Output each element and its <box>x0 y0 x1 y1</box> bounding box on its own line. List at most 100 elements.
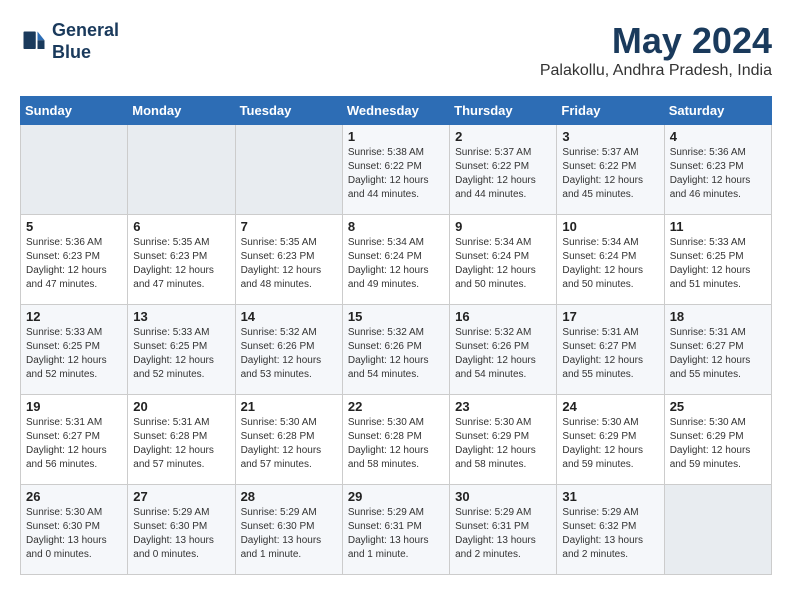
day-info: Sunrise: 5:31 AM Sunset: 6:28 PM Dayligh… <box>133 416 229 472</box>
header-row: SundayMondayTuesdayWednesdayThursdayFrid… <box>21 97 772 125</box>
calendar-cell: 4 Sunrise: 5:36 AM Sunset: 6:23 PM Daylig… <box>664 125 771 215</box>
day-info: Sunrise: 5:31 AM Sunset: 6:27 PM Dayligh… <box>670 326 766 382</box>
calendar-cell: 31Sunrise: 5:29 AM Sunset: 6:32 PM Dayli… <box>557 485 664 575</box>
day-number: 12 <box>26 309 122 324</box>
day-info: Sunrise: 5:32 AM Sunset: 6:26 PM Dayligh… <box>455 326 551 382</box>
day-number: 21 <box>241 399 337 414</box>
calendar-cell: 18 Sunrise: 5:31 AM Sunset: 6:27 PM Dayli… <box>664 305 771 395</box>
day-info: Sunrise: 5:30 AM Sunset: 6:29 PM Dayligh… <box>670 416 766 472</box>
calendar-cell: 12 Sunrise: 5:33 AM Sunset: 6:25 PM Dayli… <box>21 305 128 395</box>
day-number: 9 <box>455 219 551 234</box>
calendar-cell: 14Sunrise: 5:32 AM Sunset: 6:26 PM Dayli… <box>235 305 342 395</box>
title-section: May 2024 Palakollu, Andhra Pradesh, Indi… <box>540 20 772 80</box>
header: General Blue May 2024 Palakollu, Andhra … <box>20 20 772 80</box>
day-info: Sunrise: 5:30 AM Sunset: 6:30 PM Dayligh… <box>26 506 122 562</box>
day-number: 7 <box>241 219 337 234</box>
calendar-cell: 3 Sunrise: 5:37 AM Sunset: 6:22 PM Daylig… <box>557 125 664 215</box>
day-info: Sunrise: 5:29 AM Sunset: 6:32 PM Dayligh… <box>562 506 658 562</box>
calendar-cell <box>664 485 771 575</box>
day-number: 26 <box>26 489 122 504</box>
day-number: 30 <box>455 489 551 504</box>
day-number: 2 <box>455 129 551 144</box>
day-info: Sunrise: 5:31 AM Sunset: 6:27 PM Dayligh… <box>562 326 658 382</box>
day-number: 20 <box>133 399 229 414</box>
calendar-cell: 9 Sunrise: 5:34 AM Sunset: 6:24 PM Daylig… <box>450 215 557 305</box>
day-number: 27 <box>133 489 229 504</box>
header-day-monday: Monday <box>128 97 235 125</box>
day-info: Sunrise: 5:29 AM Sunset: 6:30 PM Dayligh… <box>133 506 229 562</box>
calendar-cell: 8Sunrise: 5:34 AM Sunset: 6:24 PM Daylig… <box>342 215 449 305</box>
day-info: Sunrise: 5:36 AM Sunset: 6:23 PM Dayligh… <box>26 236 122 292</box>
day-number: 11 <box>670 219 766 234</box>
calendar-cell <box>235 125 342 215</box>
day-number: 8 <box>348 219 444 234</box>
day-info: Sunrise: 5:29 AM Sunset: 6:31 PM Dayligh… <box>455 506 551 562</box>
day-number: 18 <box>670 309 766 324</box>
day-info: Sunrise: 5:31 AM Sunset: 6:27 PM Dayligh… <box>26 416 122 472</box>
calendar-cell: 10Sunrise: 5:34 AM Sunset: 6:24 PM Dayli… <box>557 215 664 305</box>
day-number: 24 <box>562 399 658 414</box>
day-number: 17 <box>562 309 658 324</box>
header-day-tuesday: Tuesday <box>235 97 342 125</box>
day-number: 25 <box>670 399 766 414</box>
calendar-cell: 17 Sunrise: 5:31 AM Sunset: 6:27 PM Dayli… <box>557 305 664 395</box>
day-info: Sunrise: 5:38 AM Sunset: 6:22 PM Dayligh… <box>348 146 444 202</box>
day-number: 29 <box>348 489 444 504</box>
day-info: Sunrise: 5:35 AM Sunset: 6:23 PM Dayligh… <box>133 236 229 292</box>
day-info: Sunrise: 5:29 AM Sunset: 6:30 PM Dayligh… <box>241 506 337 562</box>
day-info: Sunrise: 5:34 AM Sunset: 6:24 PM Dayligh… <box>455 236 551 292</box>
calendar-cell: 25 Sunrise: 5:30 AM Sunset: 6:29 PM Dayli… <box>664 395 771 485</box>
calendar-cell: 23Sunrise: 5:30 AM Sunset: 6:29 PM Dayli… <box>450 395 557 485</box>
month-title: May 2024 <box>540 20 772 62</box>
day-number: 5 <box>26 219 122 234</box>
calendar-cell: 19 Sunrise: 5:31 AM Sunset: 6:27 PM Dayli… <box>21 395 128 485</box>
day-number: 4 <box>670 129 766 144</box>
day-number: 28 <box>241 489 337 504</box>
calendar-cell: 29 Sunrise: 5:29 AM Sunset: 6:31 PM Dayli… <box>342 485 449 575</box>
day-info: Sunrise: 5:37 AM Sunset: 6:22 PM Dayligh… <box>562 146 658 202</box>
calendar-cell: 24 Sunrise: 5:30 AM Sunset: 6:29 PM Dayli… <box>557 395 664 485</box>
day-number: 16 <box>455 309 551 324</box>
day-info: Sunrise: 5:29 AM Sunset: 6:31 PM Dayligh… <box>348 506 444 562</box>
calendar-cell: 26 Sunrise: 5:30 AM Sunset: 6:30 PM Dayli… <box>21 485 128 575</box>
calendar-table: SundayMondayTuesdayWednesdayThursdayFrid… <box>20 96 772 575</box>
day-number: 14 <box>241 309 337 324</box>
calendar-cell <box>128 125 235 215</box>
calendar-cell: 15Sunrise: 5:32 AM Sunset: 6:26 PM Dayli… <box>342 305 449 395</box>
day-number: 19 <box>26 399 122 414</box>
logo-icon <box>20 28 48 56</box>
header-day-thursday: Thursday <box>450 97 557 125</box>
calendar-cell: 6 Sunrise: 5:35 AM Sunset: 6:23 PM Daylig… <box>128 215 235 305</box>
day-number: 6 <box>133 219 229 234</box>
calendar-cell: 11Sunrise: 5:33 AM Sunset: 6:25 PM Dayli… <box>664 215 771 305</box>
calendar-cell: 22Sunrise: 5:30 AM Sunset: 6:28 PM Dayli… <box>342 395 449 485</box>
calendar-cell: 2 Sunrise: 5:37 AM Sunset: 6:22 PM Daylig… <box>450 125 557 215</box>
day-info: Sunrise: 5:37 AM Sunset: 6:22 PM Dayligh… <box>455 146 551 202</box>
calendar-cell: 7 Sunrise: 5:35 AM Sunset: 6:23 PM Daylig… <box>235 215 342 305</box>
week-row-5: 26 Sunrise: 5:30 AM Sunset: 6:30 PM Dayli… <box>21 485 772 575</box>
day-info: Sunrise: 5:33 AM Sunset: 6:25 PM Dayligh… <box>133 326 229 382</box>
logo-line1: General <box>52 20 119 42</box>
header-day-sunday: Sunday <box>21 97 128 125</box>
day-info: Sunrise: 5:33 AM Sunset: 6:25 PM Dayligh… <box>26 326 122 382</box>
day-number: 3 <box>562 129 658 144</box>
calendar-cell: 21 Sunrise: 5:30 AM Sunset: 6:28 PM Dayli… <box>235 395 342 485</box>
header-day-wednesday: Wednesday <box>342 97 449 125</box>
header-day-saturday: Saturday <box>664 97 771 125</box>
calendar-cell: 5 Sunrise: 5:36 AM Sunset: 6:23 PM Daylig… <box>21 215 128 305</box>
day-info: Sunrise: 5:32 AM Sunset: 6:26 PM Dayligh… <box>348 326 444 382</box>
calendar-cell: 30 Sunrise: 5:29 AM Sunset: 6:31 PM Dayli… <box>450 485 557 575</box>
day-number: 1 <box>348 129 444 144</box>
calendar-cell: 20 Sunrise: 5:31 AM Sunset: 6:28 PM Dayli… <box>128 395 235 485</box>
day-info: Sunrise: 5:36 AM Sunset: 6:23 PM Dayligh… <box>670 146 766 202</box>
calendar-cell <box>21 125 128 215</box>
day-info: Sunrise: 5:30 AM Sunset: 6:28 PM Dayligh… <box>348 416 444 472</box>
day-info: Sunrise: 5:35 AM Sunset: 6:23 PM Dayligh… <box>241 236 337 292</box>
calendar-cell: 1 Sunrise: 5:38 AM Sunset: 6:22 PM Daylig… <box>342 125 449 215</box>
day-info: Sunrise: 5:30 AM Sunset: 6:28 PM Dayligh… <box>241 416 337 472</box>
week-row-4: 19 Sunrise: 5:31 AM Sunset: 6:27 PM Dayli… <box>21 395 772 485</box>
day-info: Sunrise: 5:30 AM Sunset: 6:29 PM Dayligh… <box>562 416 658 472</box>
day-number: 13 <box>133 309 229 324</box>
day-info: Sunrise: 5:34 AM Sunset: 6:24 PM Dayligh… <box>562 236 658 292</box>
logo-line2: Blue <box>52 42 119 64</box>
